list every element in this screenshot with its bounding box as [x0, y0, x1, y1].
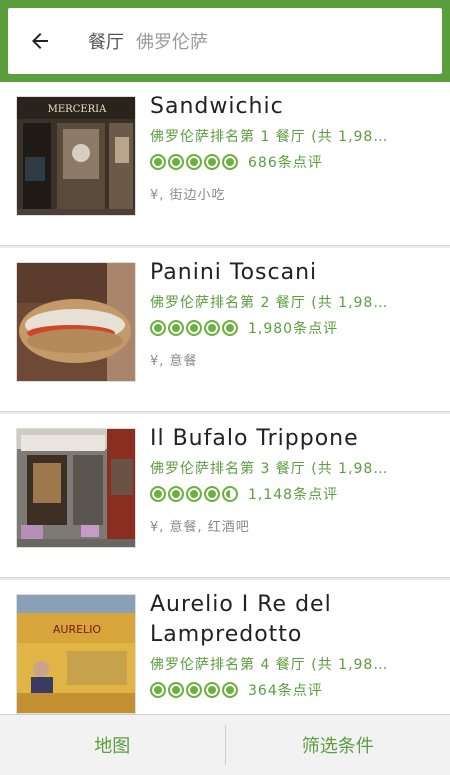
restaurant-rank: 佛罗伦萨排名第 2 餐厅 (共 1,98… — [150, 295, 389, 311]
rating-bubble-icon — [204, 154, 220, 170]
review-count[interactable]: 686条点评 — [248, 152, 323, 172]
restaurant-card-4[interactable]: AURELIO Aurelio I Re del Lampredotto 佛罗伦… — [0, 580, 450, 714]
rating-bubble-icon — [222, 320, 238, 336]
restaurant-photo[interactable] — [16, 262, 136, 382]
rating-bubble-icon — [150, 154, 166, 170]
rating-bubble-icon — [186, 486, 202, 502]
restaurant-list: MERCERIA Sandwichic 佛罗伦萨排名第 1 餐厅 (共 1,98… — [0, 82, 450, 714]
review-count[interactable]: 364条点评 — [248, 680, 323, 700]
rating-bubble-icon — [204, 682, 220, 698]
restaurant-card-3[interactable]: Il Bufalo Trippone 佛罗伦萨排名第 3 餐厅 (共 1,98…… — [0, 414, 450, 578]
bottom-action-bar: 地图 筛选条件 — [0, 714, 450, 775]
restaurant-name[interactable]: Aurelio I Re del Lampredotto — [150, 590, 440, 650]
rating-bubble-icon — [204, 320, 220, 336]
rating-half-bubble-icon — [222, 486, 238, 502]
filter-button[interactable]: 筛选条件 — [226, 715, 450, 775]
rating-bubble-icon — [168, 320, 184, 336]
restaurant-cuisine: ¥, 街边小吃 — [150, 188, 226, 203]
rating-bubble-icon — [150, 320, 166, 336]
back-arrow-icon[interactable] — [22, 23, 58, 59]
rating-bubble-icon — [222, 154, 238, 170]
rating-bubble-icon — [168, 682, 184, 698]
restaurant-cuisine: ¥, 意餐, 红酒吧 — [150, 520, 250, 535]
photo-sign-text: MERCERIA — [48, 104, 107, 115]
restaurant-photo[interactable]: MERCERIA — [16, 96, 136, 216]
review-count[interactable]: 1,980条点评 — [248, 318, 338, 338]
rating-bubbles: 364条点评 — [150, 680, 323, 700]
rating-bubble-icon — [186, 320, 202, 336]
restaurant-cuisine: ¥, 意餐 — [150, 354, 198, 369]
rating-bubble-icon — [168, 486, 184, 502]
rating-bubbles: 686条点评 — [150, 152, 323, 172]
restaurant-rank: 佛罗伦萨排名第 3 餐厅 (共 1,98… — [150, 461, 389, 477]
search-location: 佛罗伦萨 — [136, 32, 208, 53]
rating-bubble-icon — [186, 682, 202, 698]
rating-bubbles: 1,148条点评 — [150, 484, 338, 504]
restaurant-name[interactable]: Panini Toscani — [150, 258, 440, 288]
restaurant-name[interactable]: Sandwichic — [150, 92, 440, 122]
rating-bubble-icon — [150, 682, 166, 698]
rating-bubble-icon — [222, 682, 238, 698]
search-box[interactable]: 餐厅 佛罗伦萨 — [8, 8, 442, 74]
photo-sign-text: AURELIO — [53, 623, 102, 636]
top-search-bar: 餐厅 佛罗伦萨 — [0, 0, 450, 82]
restaurant-rank: 佛罗伦萨排名第 1 餐厅 (共 1,98… — [150, 129, 389, 145]
rating-bubble-icon — [186, 154, 202, 170]
restaurant-rank: 佛罗伦萨排名第 4 餐厅 (共 1,98… — [150, 657, 389, 673]
rating-bubble-icon — [168, 154, 184, 170]
restaurant-card-1[interactable]: MERCERIA Sandwichic 佛罗伦萨排名第 1 餐厅 (共 1,98… — [0, 82, 450, 246]
restaurant-name[interactable]: Il Bufalo Trippone — [150, 424, 440, 454]
map-button[interactable]: 地图 — [0, 715, 225, 775]
rating-bubbles: 1,980条点评 — [150, 318, 338, 338]
rating-bubble-icon — [204, 486, 220, 502]
search-query[interactable]: 餐厅 佛罗伦萨 — [88, 28, 208, 54]
review-count[interactable]: 1,148条点评 — [248, 484, 338, 504]
rating-bubble-icon — [150, 486, 166, 502]
restaurant-card-2[interactable]: Panini Toscani 佛罗伦萨排名第 2 餐厅 (共 1,98… 1,9… — [0, 248, 450, 412]
search-category: 餐厅 — [88, 32, 124, 53]
restaurant-photo[interactable]: AURELIO — [16, 594, 136, 714]
restaurant-photo[interactable] — [16, 428, 136, 548]
